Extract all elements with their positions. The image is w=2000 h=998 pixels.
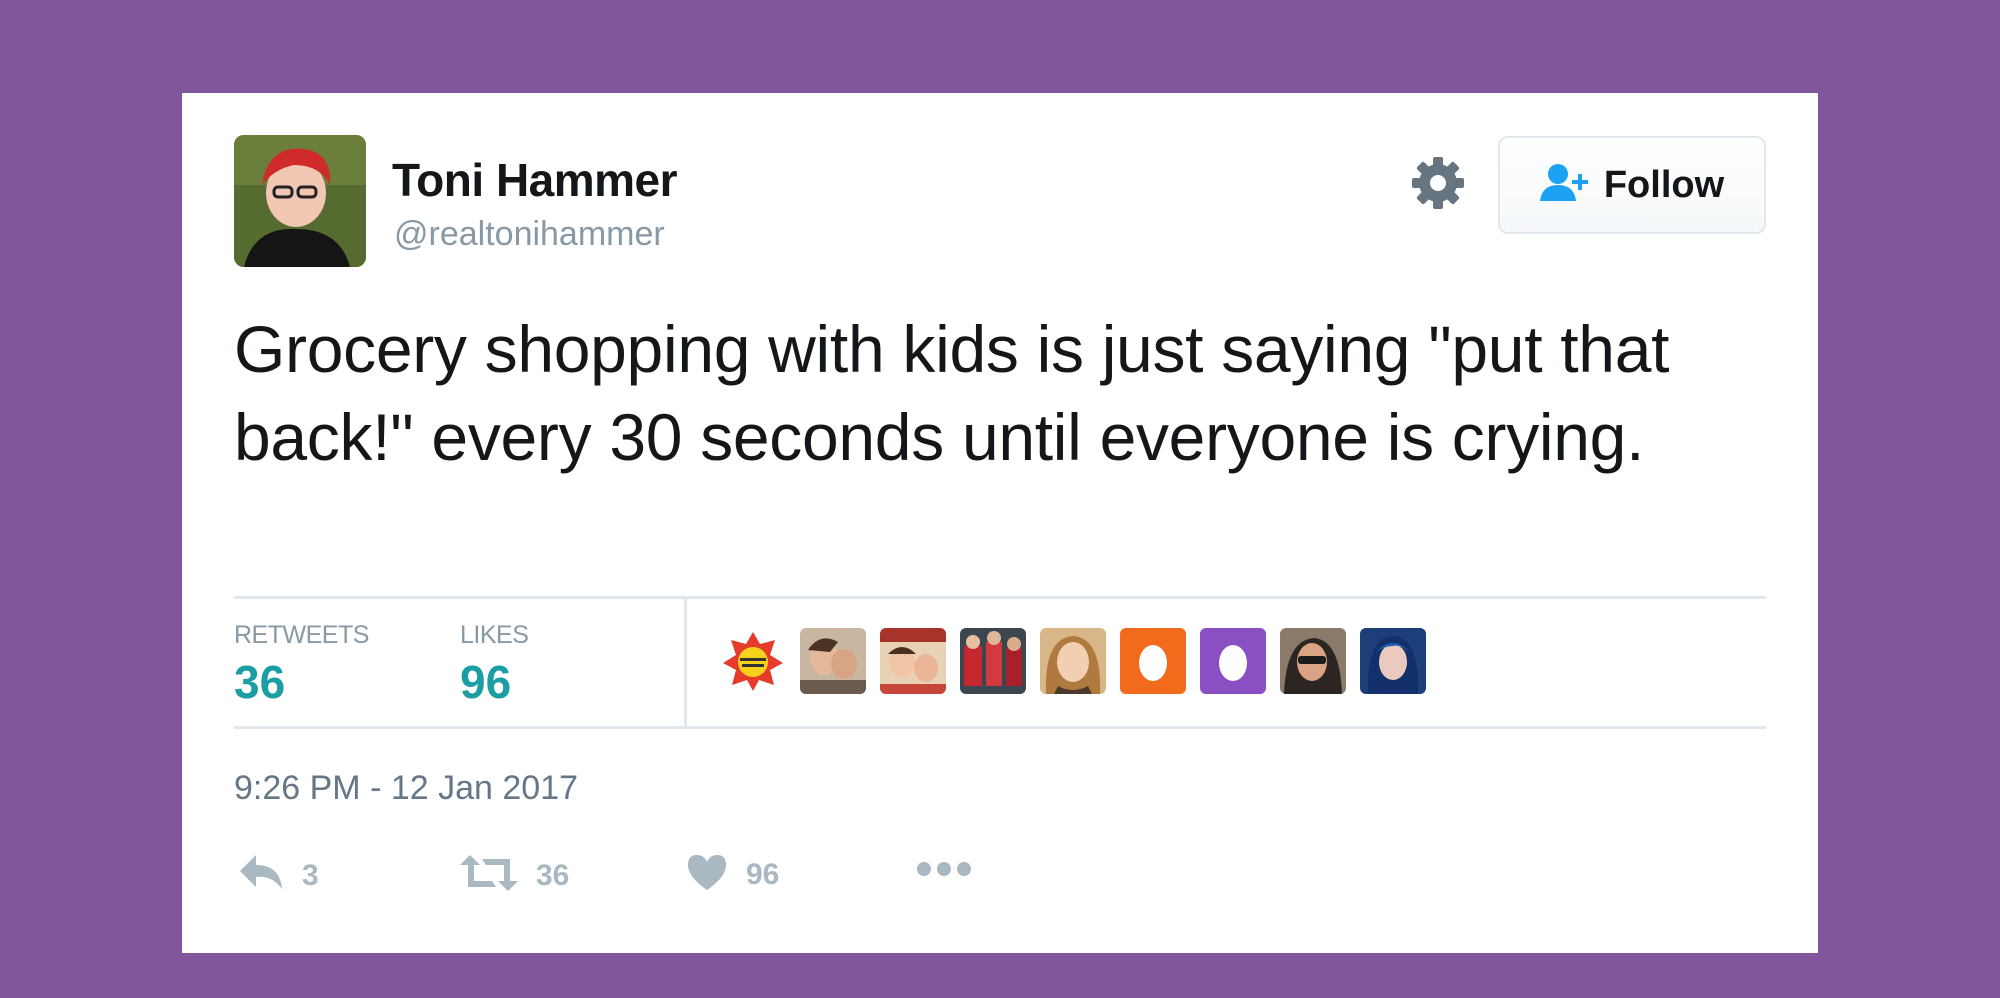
retweet-button[interactable]: 36 <box>460 853 569 898</box>
stats-top-divider <box>234 596 1766 599</box>
liker-avatars <box>720 628 1426 694</box>
author-handle[interactable]: @realtonihammer <box>394 215 665 254</box>
retweet-icon <box>460 853 518 898</box>
liker-avatar-photo[interactable] <box>1040 628 1106 694</box>
author-avatar[interactable] <box>234 135 366 267</box>
tweet-text: Grocery shopping with kids is just sayin… <box>234 312 1670 474</box>
reply-count: 3 <box>302 858 319 892</box>
like-count: 96 <box>746 857 780 891</box>
follow-button-label: Follow <box>1603 163 1725 206</box>
retweet-count: 36 <box>536 858 570 892</box>
heart-icon <box>686 853 728 896</box>
liker-avatar-photo[interactable] <box>800 628 866 694</box>
more-button[interactable] <box>916 859 972 884</box>
likes-count[interactable]: 96 <box>460 655 511 709</box>
gear-icon[interactable] <box>1410 155 1466 211</box>
liker-avatar-photo[interactable] <box>960 628 1026 694</box>
follow-button[interactable]: Follow <box>1498 136 1766 234</box>
liker-avatar-sticker[interactable] <box>720 628 786 694</box>
liker-avatar-photo[interactable] <box>1280 628 1346 694</box>
tweet-card: Toni Hammer @realtonihammer Follow Groce… <box>182 93 1818 953</box>
liker-avatar-egg-orange[interactable] <box>1120 628 1186 694</box>
tweet-timestamp[interactable]: 9:26 PM - 12 Jan 2017 <box>234 769 578 808</box>
author-name[interactable]: Toni Hammer <box>392 153 678 207</box>
stats-vertical-divider <box>684 598 687 726</box>
stats-bottom-divider <box>234 726 1766 729</box>
retweets-count[interactable]: 36 <box>234 655 285 709</box>
reply-button[interactable]: 3 <box>238 853 319 898</box>
retweets-label: RETWEETS <box>234 621 369 649</box>
liker-avatar-photo[interactable] <box>1360 628 1426 694</box>
likes-label: LIKES <box>460 621 529 649</box>
reply-icon <box>238 853 284 898</box>
liker-avatar-photo[interactable] <box>880 628 946 694</box>
follow-user-icon <box>1539 163 1592 208</box>
more-dots-icon <box>916 859 972 884</box>
liker-avatar-egg-purple[interactable] <box>1200 628 1266 694</box>
like-button[interactable]: 96 <box>686 853 779 896</box>
